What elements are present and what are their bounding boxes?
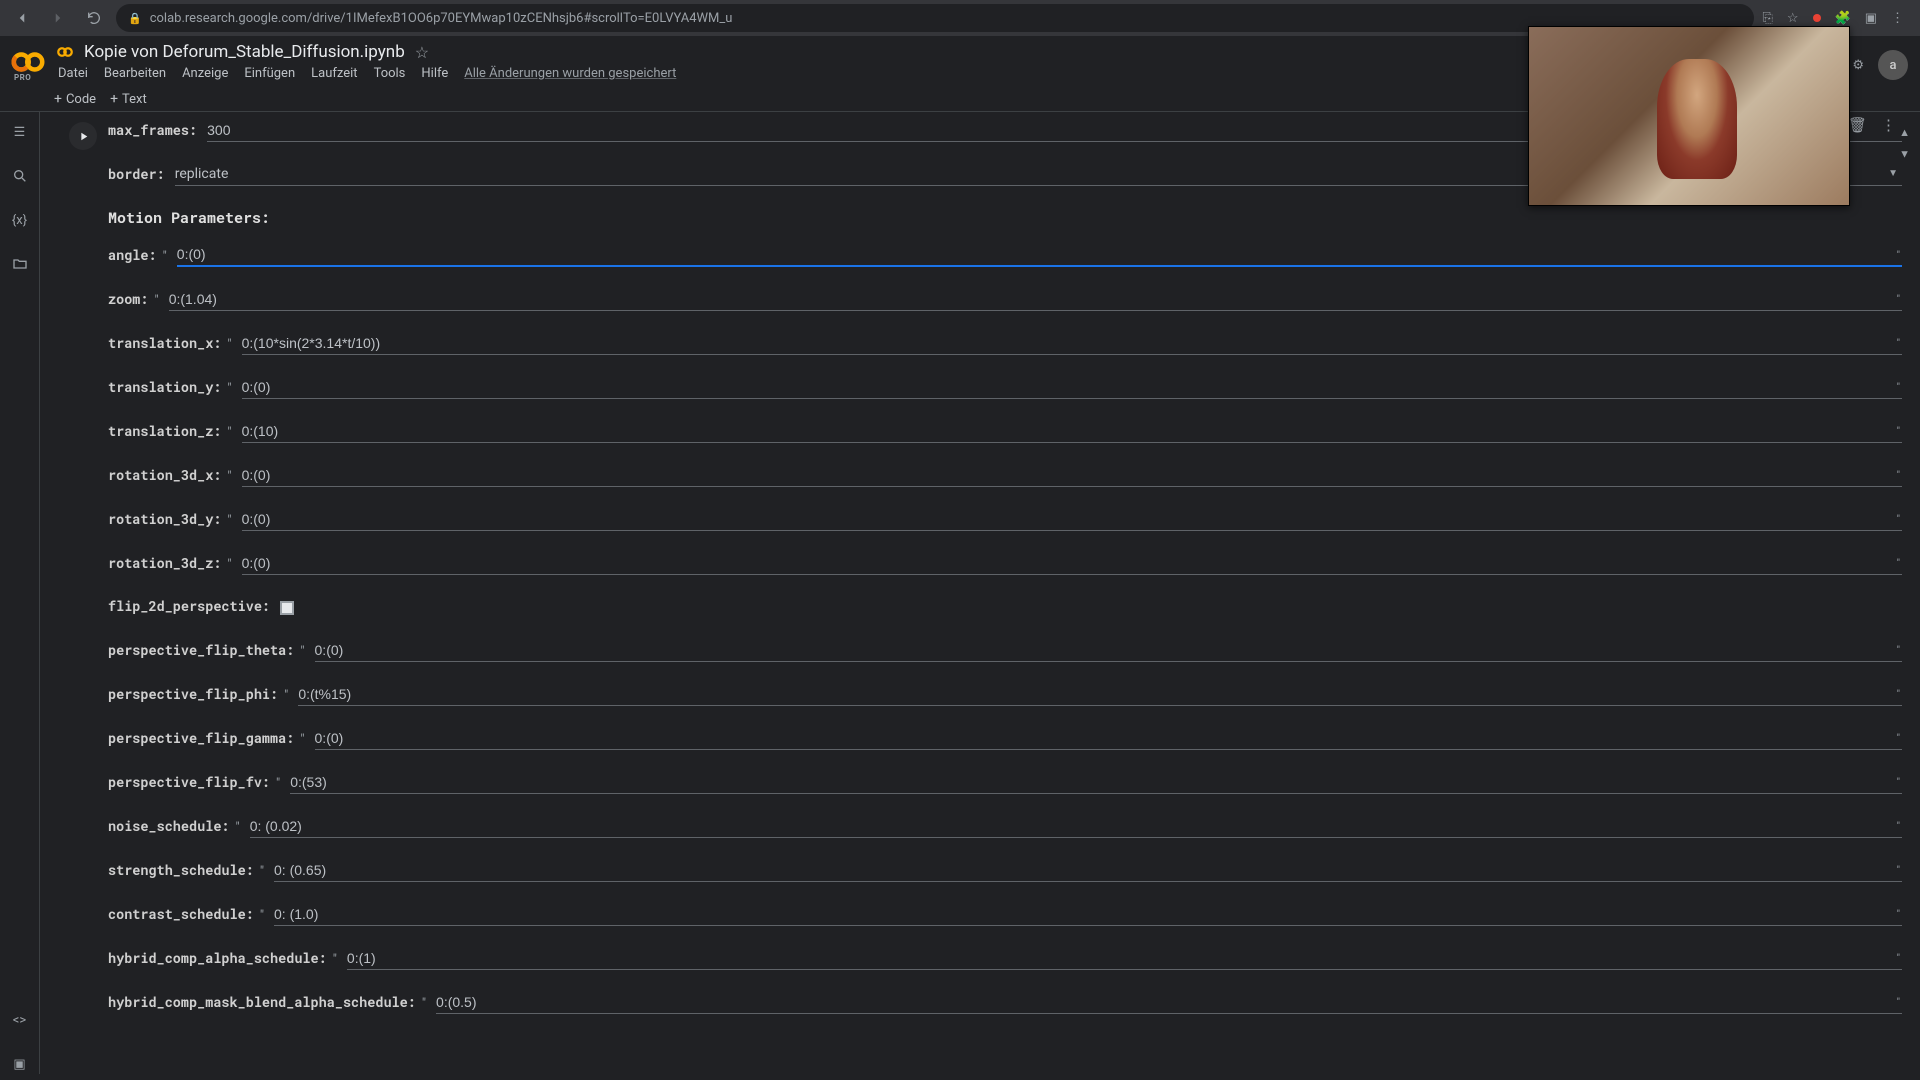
- quote-mark-end: ": [1897, 250, 1900, 261]
- back-button[interactable]: [8, 4, 36, 32]
- pro-badge: PRO: [14, 73, 31, 82]
- hybrid-comp-alpha-schedule-label: hybrid_comp_alpha_schedule:: [108, 949, 327, 970]
- variables-icon[interactable]: {x}: [10, 210, 30, 230]
- menu-insert[interactable]: Einfügen: [244, 66, 295, 81]
- share-icon[interactable]: ⎘: [1762, 11, 1772, 26]
- rotation-3d-x-label: rotation_3d_x:: [108, 466, 221, 487]
- rotation-3d-x-input[interactable]: [242, 465, 1902, 487]
- noise-schedule-label: noise_schedule:: [108, 817, 230, 838]
- menu-file[interactable]: Datei: [58, 66, 88, 81]
- reload-button[interactable]: [80, 4, 108, 32]
- rotation-3d-z-input[interactable]: [242, 553, 1902, 575]
- hybrid-comp-mask-blend-alpha-schedule-input[interactable]: [436, 992, 1902, 1014]
- notebook-title[interactable]: Kopie von Deforum_Stable_Diffusion.ipynb: [84, 42, 405, 62]
- hybrid-comp-mask-blend-alpha-schedule-label: hybrid_comp_mask_blend_alpha_schedule:: [108, 993, 416, 1014]
- strength-schedule-input[interactable]: [274, 860, 1902, 882]
- save-status: Alle Änderungen wurden gespeichert: [464, 66, 676, 81]
- colab-logo[interactable]: PRO: [10, 44, 46, 80]
- angle-label: angle:: [108, 246, 157, 267]
- perspective-flip-theta-input[interactable]: [315, 640, 1902, 662]
- menu-view[interactable]: Anzeige: [182, 66, 228, 81]
- window-icon[interactable]: ▣: [1865, 11, 1877, 26]
- webcam-overlay: [1528, 26, 1850, 206]
- url-bar[interactable]: 🔒 colab.research.google.com/drive/1IMefe…: [116, 4, 1754, 32]
- lock-icon: 🔒: [128, 12, 142, 25]
- noise-schedule-input[interactable]: [250, 816, 1902, 838]
- max-frames-label: max_frames:: [108, 121, 197, 142]
- translation-x-input[interactable]: [242, 333, 1902, 355]
- rotation-3d-z-label: rotation_3d_z:: [108, 554, 221, 575]
- menu-dots-icon[interactable]: ⋮: [1891, 11, 1904, 26]
- translation-x-label: translation_x:: [108, 334, 221, 355]
- url-text: colab.research.google.com/drive/1IMefexB…: [150, 11, 733, 26]
- menu-tools[interactable]: Tools: [374, 66, 406, 81]
- menu-edit[interactable]: Bearbeiten: [104, 66, 166, 81]
- motion-parameters-heading: Motion Parameters:: [108, 208, 1902, 228]
- menu-runtime[interactable]: Laufzeit: [311, 66, 357, 81]
- perspective-flip-phi-input[interactable]: [298, 684, 1902, 706]
- translation-y-label: translation_y:: [108, 378, 221, 399]
- left-rail: ☰ {x} <> ▣: [0, 112, 40, 1074]
- flip-2d-perspective-checkbox[interactable]: [280, 601, 294, 615]
- translation-y-input[interactable]: [242, 377, 1902, 399]
- settings-icon[interactable]: ⚙: [1852, 58, 1864, 73]
- terminal-icon[interactable]: ▣: [10, 1054, 30, 1074]
- zoom-label: zoom:: [108, 290, 149, 311]
- quote-mark: ": [163, 249, 167, 267]
- notebook-content: ▲ ▼ ↑ ↓ ⎘ ✎ ⇔ 🗑 ⋮ max_frames:: [40, 112, 1920, 1074]
- chrome-actions: ⎘ ☆ 🧩 ▣ ⋮: [1762, 11, 1912, 26]
- forward-button[interactable]: [44, 4, 72, 32]
- form-cell: ↑ ↓ ⎘ ✎ ⇔ 🗑 ⋮ max_frames: border: replic…: [58, 118, 1902, 1018]
- toc-icon[interactable]: ☰: [10, 122, 30, 142]
- run-button[interactable]: [69, 122, 97, 150]
- contrast-schedule-input[interactable]: [274, 904, 1902, 926]
- translation-z-input[interactable]: [242, 421, 1902, 443]
- perspective-flip-fv-label: perspective_flip_fv:: [108, 773, 270, 794]
- code-icon[interactable]: <>: [10, 1010, 30, 1030]
- perspective-flip-gamma-label: perspective_flip_gamma:: [108, 729, 294, 750]
- search-icon[interactable]: [10, 166, 30, 186]
- extensions-icon[interactable]: 🧩: [1835, 11, 1851, 26]
- perspective-flip-gamma-input[interactable]: [315, 728, 1902, 750]
- strength-schedule-label: strength_schedule:: [108, 861, 254, 882]
- hybrid-comp-alpha-schedule-input[interactable]: [347, 948, 1902, 970]
- add-code-button[interactable]: +Code: [54, 91, 96, 107]
- extension-dot[interactable]: [1813, 14, 1821, 22]
- zoom-input[interactable]: [169, 289, 1902, 311]
- border-label: border:: [108, 165, 165, 186]
- flip-2d-perspective-label: flip_2d_perspective:: [108, 597, 270, 618]
- chevron-down-icon: ▼: [1888, 168, 1898, 179]
- workspace: ☰ {x} <> ▣ ▲ ▼ ↑ ↓ ⎘ ✎: [0, 112, 1920, 1074]
- perspective-flip-fv-input[interactable]: [290, 772, 1902, 794]
- contrast-schedule-label: contrast_schedule:: [108, 905, 254, 926]
- rotation-3d-y-input[interactable]: [242, 509, 1902, 531]
- angle-input[interactable]: [177, 244, 1902, 267]
- perspective-flip-phi-label: perspective_flip_phi:: [108, 685, 278, 706]
- notebook-icon: [56, 43, 74, 61]
- add-text-button[interactable]: +Text: [110, 91, 147, 107]
- files-icon[interactable]: [10, 254, 30, 274]
- translation-z-label: translation_z:: [108, 422, 221, 443]
- rotation-3d-y-label: rotation_3d_y:: [108, 510, 221, 531]
- star-icon[interactable]: ☆: [415, 43, 429, 62]
- bookmark-icon[interactable]: ☆: [1787, 11, 1799, 26]
- menu-help[interactable]: Hilfe: [421, 66, 448, 81]
- user-avatar[interactable]: a: [1878, 50, 1908, 80]
- perspective-flip-theta-label: perspective_flip_theta:: [108, 641, 294, 662]
